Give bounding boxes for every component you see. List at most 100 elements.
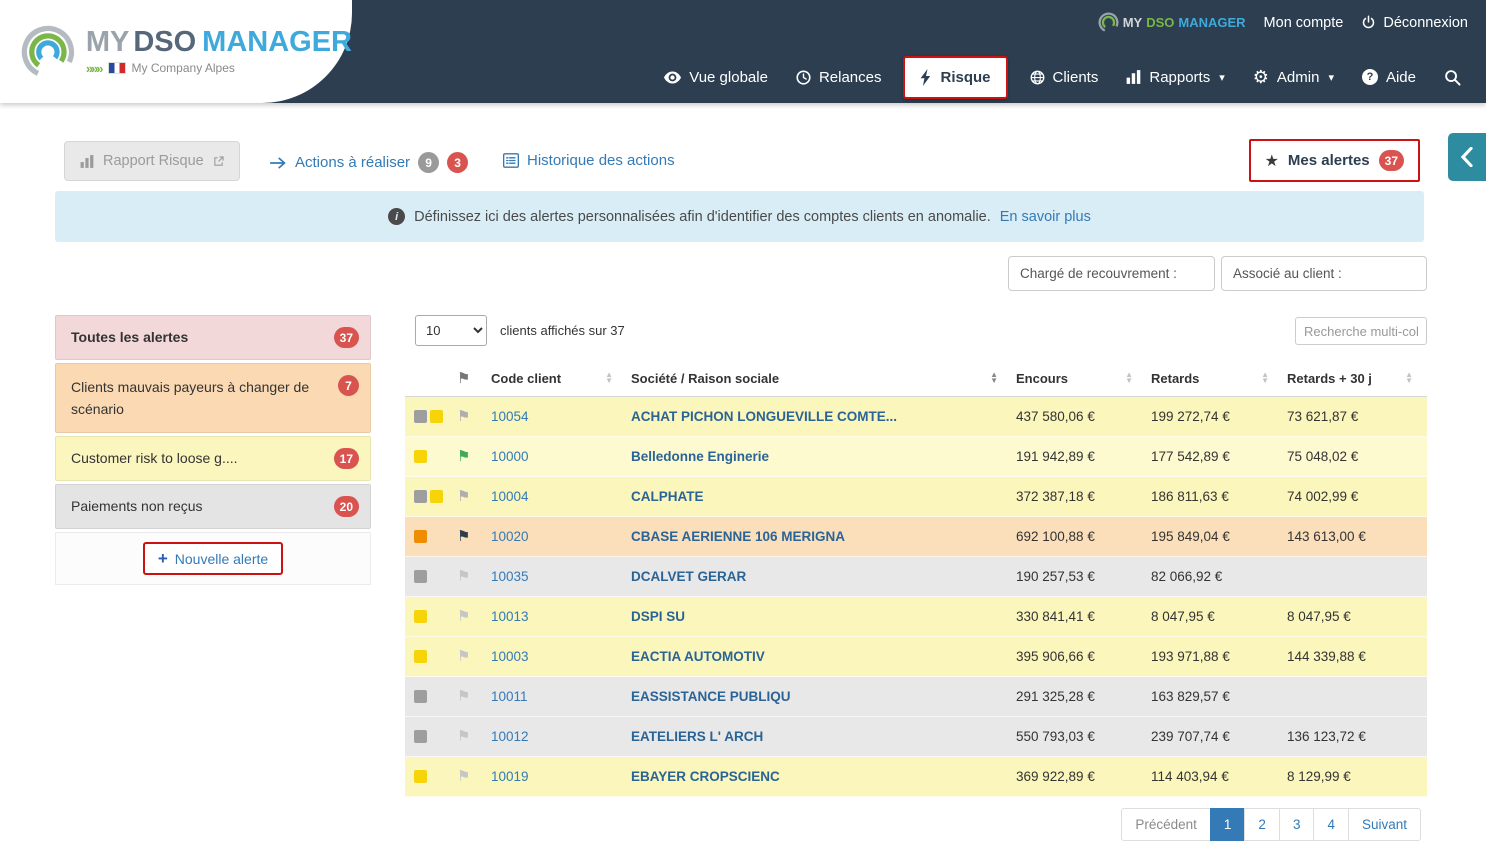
client-code-link[interactable]: 10004 xyxy=(491,489,529,504)
client-code-link[interactable]: 10013 xyxy=(491,609,529,624)
client-code-link[interactable]: 10000 xyxy=(491,449,529,464)
alert-filter-mauvais-payeurs[interactable]: Clients mauvais payeurs à changer de scé… xyxy=(55,363,371,433)
nav-risque[interactable]: Risque xyxy=(903,55,1008,99)
pagination: Précédent 1 2 3 4 Suivant xyxy=(1121,808,1421,841)
page-size-select[interactable]: 10 xyxy=(415,315,487,346)
flag-column-header[interactable]: ⚑ xyxy=(449,371,487,386)
sort-icon: ▲ ▼ xyxy=(990,370,998,385)
client-code-link[interactable]: 10035 xyxy=(491,569,529,584)
client-name[interactable]: DSPI SU xyxy=(627,609,1012,624)
table-search-input[interactable] xyxy=(1295,317,1427,345)
associe-client-filter[interactable]: Associé au client : xyxy=(1221,256,1427,291)
actions-a-realiser-tab[interactable]: Actions à réaliser 9 3 xyxy=(270,152,469,173)
societe-column-header[interactable]: Société / Raison sociale ▲ ▼ xyxy=(627,371,1012,386)
client-row[interactable]: ⚑ 10035 DCALVET GERAR 190 257,53 € 82 06… xyxy=(405,557,1427,597)
nav-search[interactable] xyxy=(1431,56,1474,99)
nav-admin[interactable]: ⚙ Admin ▾ xyxy=(1240,55,1347,99)
chevron-down-icon: ▾ xyxy=(1328,71,1334,84)
nav-vue-globale[interactable]: Vue globale xyxy=(651,56,781,99)
flag-icon[interactable]: ⚑ xyxy=(449,409,487,424)
client-code-link[interactable]: 10011 xyxy=(491,689,528,704)
mon-compte-link[interactable]: Mon compte xyxy=(1264,15,1344,31)
client-row[interactable]: ⚑ 10003 EACTIA AUTOMOTIV 395 906,66 € 19… xyxy=(405,637,1427,677)
client-name[interactable]: CALPHATE xyxy=(627,489,1012,504)
company-name: My Company Alpes xyxy=(131,61,235,75)
logo-rings-icon xyxy=(21,25,75,78)
mini-logo: MY DSO MANAGER xyxy=(1098,12,1246,33)
table-header-row: ⚑ Code client ▲ ▼ Société / Raison sociale… xyxy=(405,360,1427,397)
bar-chart-icon xyxy=(80,154,94,168)
alert-filter-toutes-les-alertes[interactable]: Toutes les alertes 37 xyxy=(55,315,371,360)
star-icon: ★ xyxy=(1264,152,1279,170)
client-code-link[interactable]: 10012 xyxy=(491,729,529,744)
collapse-panel-button[interactable] xyxy=(1448,133,1486,181)
nav-rapports[interactable]: Rapports ▾ xyxy=(1113,56,1237,99)
client-code-link[interactable]: 10054 xyxy=(491,409,529,424)
client-name[interactable]: DCALVET GERAR xyxy=(627,569,1012,584)
client-row[interactable]: ⚑ 10054 ACHAT PICHON LONGUEVILLE COMTE..… xyxy=(405,397,1427,437)
page-2-button[interactable]: 2 xyxy=(1244,808,1280,841)
charge-recouvrement-filter[interactable]: Chargé de recouvrement : xyxy=(1008,256,1215,291)
logout-link[interactable]: Déconnexion xyxy=(1361,15,1468,31)
client-name[interactable]: CBASE AERIENNE 106 MERIGNA xyxy=(627,529,1012,544)
client-name[interactable]: EBAYER CROPSCIENC xyxy=(627,769,1012,784)
sort-icon: ▲ ▼ xyxy=(1261,370,1269,385)
gear-icon: ⚙ xyxy=(1252,67,1269,87)
risk-indicator xyxy=(414,650,427,663)
flag-icon[interactable]: ⚑ xyxy=(449,449,487,464)
page-3-button[interactable]: 3 xyxy=(1278,808,1315,841)
retards-column-header[interactable]: Retards ▲ ▼ xyxy=(1147,371,1283,386)
encours-value: 372 387,18 € xyxy=(1016,489,1095,504)
flag-icon[interactable]: ⚑ xyxy=(449,609,487,624)
client-name[interactable]: ACHAT PICHON LONGUEVILLE COMTE... xyxy=(627,409,1012,424)
previous-page-button[interactable]: Précédent xyxy=(1121,808,1211,841)
client-row[interactable]: ⚑ 10013 DSPI SU 330 841,41 € 8 047,95 € … xyxy=(405,597,1427,637)
client-code-link[interactable]: 10003 xyxy=(491,649,529,664)
chevron-down-icon: ▾ xyxy=(1219,71,1225,84)
flag-icon[interactable]: ⚑ xyxy=(449,569,487,584)
client-row[interactable]: ⚑ 10000 Belledonne Enginerie 191 942,89 … xyxy=(405,437,1427,477)
next-page-button[interactable]: Suivant xyxy=(1347,808,1421,841)
client-row[interactable]: ⚑ 10019 EBAYER CROPSCIENC 369 922,89 € 1… xyxy=(405,757,1427,797)
encours-value: 437 580,06 € xyxy=(1016,409,1095,424)
flag-icon[interactable]: ⚑ xyxy=(449,529,487,544)
client-row[interactable]: ⚑ 10012 EATELIERS L' ARCH 550 793,03 € 2… xyxy=(405,717,1427,757)
encours-column-header[interactable]: Encours ▲ ▼ xyxy=(1012,371,1147,386)
hand-pointer-icon xyxy=(270,156,287,170)
client-name[interactable]: EACTIA AUTOMOTIV xyxy=(627,649,1012,664)
logo-chevrons-icon: »»» xyxy=(85,60,104,76)
risk-indicator xyxy=(414,490,427,503)
flag-icon[interactable]: ⚑ xyxy=(449,769,487,784)
historique-actions-tab[interactable]: Historique des actions xyxy=(503,152,675,169)
client-row[interactable]: ⚑ 10020 CBASE AERIENNE 106 MERIGNA 692 1… xyxy=(405,517,1427,557)
count-badge: 20 xyxy=(333,496,359,517)
nav-relances[interactable]: Relances xyxy=(783,56,895,99)
flag-icon[interactable]: ⚑ xyxy=(449,689,487,704)
rapport-risque-button[interactable]: Rapport Risque xyxy=(64,141,240,181)
client-name[interactable]: Belledonne Enginerie xyxy=(627,449,1012,464)
alert-filter-paiements-non-recus[interactable]: Paiements non reçus 20 xyxy=(55,484,371,529)
code-client-column-header[interactable]: Code client ▲ ▼ xyxy=(487,371,627,386)
mes-alertes-tab[interactable]: ★ Mes alertes 37 xyxy=(1248,139,1420,182)
nav-clients[interactable]: Clients xyxy=(1017,56,1112,99)
en-savoir-plus-link[interactable]: En savoir plus xyxy=(1000,209,1091,225)
page-4-button[interactable]: 4 xyxy=(1313,808,1349,841)
page-1-button[interactable]: 1 xyxy=(1209,808,1246,841)
flag-icon[interactable]: ⚑ xyxy=(449,729,487,744)
flag-icon[interactable]: ⚑ xyxy=(449,649,487,664)
chevron-left-icon xyxy=(1460,147,1473,167)
nav-aide[interactable]: ? Aide xyxy=(1349,56,1429,99)
app-logo[interactable]: MY DSO MANAGER »»» My Company Alpes xyxy=(0,0,352,103)
client-name[interactable]: EATELIERS L' ARCH xyxy=(627,729,1012,744)
client-name[interactable]: EASSISTANCE PUBLIQU xyxy=(627,689,1012,704)
info-icon: i xyxy=(388,208,406,225)
sort-icon: ▲ ▼ xyxy=(1405,370,1413,385)
nouvelle-alerte-button[interactable]: + Nouvelle alerte xyxy=(142,542,284,575)
client-code-link[interactable]: 10020 xyxy=(491,529,529,544)
client-row[interactable]: ⚑ 10004 CALPHATE 372 387,18 € 186 811,63… xyxy=(405,477,1427,517)
alert-filter-customer-risk[interactable]: Customer risk to loose g.... 17 xyxy=(55,436,371,481)
retards-30j-column-header[interactable]: Retards + 30 j ▲ ▼ xyxy=(1283,371,1427,386)
client-code-link[interactable]: 10019 xyxy=(491,769,529,784)
client-row[interactable]: ⚑ 10011 EASSISTANCE PUBLIQU 291 325,28 €… xyxy=(405,677,1427,717)
flag-icon[interactable]: ⚑ xyxy=(449,489,487,504)
